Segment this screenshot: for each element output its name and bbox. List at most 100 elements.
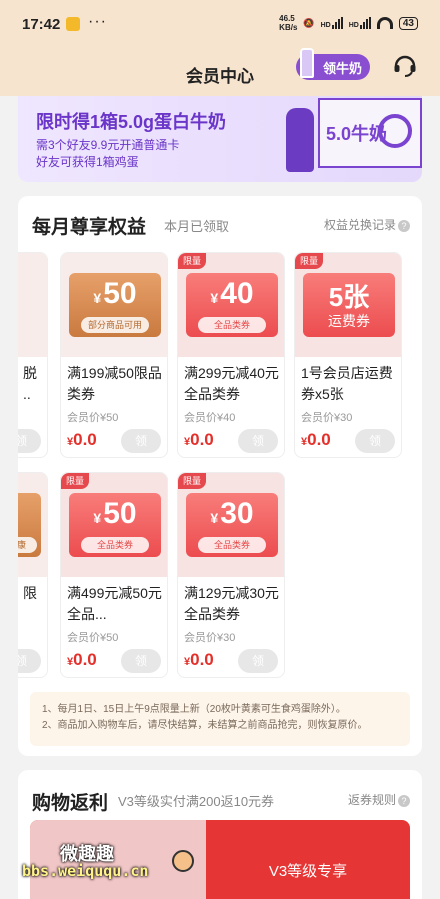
coupon-tag: 健康: [18, 537, 37, 553]
coupon-name: 满299元减40元全品类券: [184, 365, 279, 402]
page-title: 会员中心: [186, 67, 254, 86]
coupon-amount: 5张: [328, 282, 370, 312]
coupon-amount-value: 50: [103, 277, 137, 310]
milk-bottle-image: [286, 108, 314, 172]
claim-button[interactable]: 领: [18, 429, 41, 453]
coupon-tag: 全品类券: [198, 537, 266, 553]
help-icon: ?: [398, 219, 410, 232]
member-price: 会员价¥30: [184, 632, 236, 644]
coupon-price: ¥0.0: [67, 650, 97, 670]
notification-app-icon: [66, 17, 80, 31]
coupon-ticket: ¥50 部分商品可用: [69, 273, 161, 337]
coupon-name: 满499元减50元全品...: [67, 585, 162, 622]
coupon-amount: ¥30: [186, 497, 278, 531]
hd-label-1: HD: [320, 22, 331, 29]
coupon-amount-value: 30: [220, 497, 254, 530]
signal-icon: [331, 17, 343, 29]
coupon-currency: ¥: [93, 290, 102, 306]
coupon-tag: 全品类券: [198, 317, 266, 333]
rebate-subtitle: V3等级实付满200返10元券: [118, 794, 275, 809]
coupon-card[interactable]: ¥50 部分商品可用 满199减50限品类券 会员价¥50 ¥0.0 领: [60, 252, 168, 458]
coupon-card[interactable]: 限量 5张 运费券 1号会员店运费券x5张 会员价¥30 ¥0.0 领: [294, 252, 402, 458]
coupon-currency: ¥: [210, 510, 219, 526]
coupon-card-partial[interactable]: 健康 限 领: [18, 472, 48, 678]
coupon-name-partial: 限: [23, 585, 37, 601]
banner-headline: 限时得1箱5.0g蛋白牛奶: [36, 112, 227, 132]
battery-icon: 43: [398, 16, 418, 30]
claim-button[interactable]: 领: [355, 429, 395, 453]
member-price: 会员价¥40: [184, 412, 236, 424]
banner-line-1: 需3个好友9.9元开通普通卡: [36, 138, 180, 152]
signal-icon-2: [359, 17, 371, 29]
coupon-tag: 运费券: [328, 313, 370, 329]
benefits-record-link[interactable]: 权益兑换记录?: [324, 216, 410, 233]
rebate-rules-label: 返券规则: [347, 793, 396, 807]
coupon-name: 1号会员店运费券x5张: [301, 365, 393, 402]
coupon-card-partial[interactable]: 脱.. 领: [18, 252, 48, 458]
signal-hd2: HD: [349, 17, 371, 29]
rule-line-2: 2、商品加入购物车后，请尽快结算，未结算之前商品抢完，则恢复原价。: [42, 720, 368, 731]
help-icon: ?: [398, 794, 410, 807]
coupon-amount: ¥50: [69, 497, 161, 531]
partial-name-a: 脱: [23, 365, 37, 381]
coupon-tag: 全品类券: [81, 537, 149, 553]
milk-box-image: 5.0牛奶: [318, 98, 422, 168]
member-price: 会员价¥30: [301, 412, 353, 424]
coupon-amount-value: 40: [220, 277, 254, 310]
more-notifications-icon: ···: [88, 13, 107, 30]
record-link-label: 权益兑换记录: [323, 218, 396, 232]
watermark: 微趣趣 bbs.weiququ.cn: [22, 838, 202, 890]
member-price: 会员价¥50: [67, 412, 119, 424]
customer-service-icon[interactable]: [392, 52, 418, 78]
coupon-amount: ¥40: [186, 277, 278, 311]
coupon-price: ¥0.0: [184, 430, 214, 450]
milk-promo-banner[interactable]: 限时得1箱5.0g蛋白牛奶 需3个好友9.9元开通普通卡 好友可获得1箱鸡蛋 5…: [18, 96, 422, 182]
price-value: 0.0: [73, 650, 97, 669]
claim-button[interactable]: 领: [238, 429, 278, 453]
limited-badge: 限量: [178, 253, 207, 269]
coupon-ticket: ¥40 全品类券: [186, 273, 278, 337]
claim-button[interactable]: 领: [238, 649, 278, 673]
member-price: 会员价¥50: [67, 632, 119, 644]
price-value: 0.0: [190, 650, 214, 669]
claim-button[interactable]: 领: [18, 649, 41, 673]
partial-name-b: ..: [23, 386, 31, 402]
coupon-card[interactable]: 限量 ¥40 全品类券 满299元减40元全品类券 会员价¥40 ¥0.0 领: [177, 252, 285, 458]
status-right: 46.5 KB/s 🔕 HD HD 43: [279, 14, 418, 32]
claim-button[interactable]: 领: [121, 429, 161, 453]
header: 会员中心 领牛奶: [0, 46, 440, 96]
coupon-name-partial: 脱..: [23, 363, 47, 405]
level-exclusive-label: V3等级专享: [268, 863, 348, 880]
coupon-art: [18, 253, 47, 357]
get-milk-button[interactable]: 领牛奶: [296, 48, 370, 80]
rebate-rules-link[interactable]: 返券规则?: [348, 791, 410, 808]
price-value: 0.0: [190, 430, 214, 449]
banner-line-2: 好友可获得1箱鸡蛋: [36, 155, 139, 169]
coupon-tag: 部分商品可用: [81, 317, 149, 333]
watermark-line-2: bbs.weiququ.cn: [22, 862, 149, 880]
coupon-name: 满129元减30元全品类券: [184, 585, 279, 622]
coupon-card[interactable]: 限量 ¥50 全品类券 满499元减50元全品... 会员价¥50 ¥0.0 领: [60, 472, 168, 678]
claim-button[interactable]: 领: [121, 649, 161, 673]
coupon-ticket: 健康: [18, 493, 41, 557]
limited-badge: 限量: [178, 473, 207, 489]
milk-brand-logo: [378, 114, 412, 148]
price-value: 0.0: [307, 430, 331, 449]
price-value: 0.0: [73, 430, 97, 449]
coupon-card[interactable]: 限量 ¥30 全品类券 满129元减30元全品类券 会员价¥30 ¥0.0 领: [177, 472, 285, 678]
coupon-amount-value: 50: [103, 497, 137, 530]
rebate-title: 购物返利: [32, 793, 109, 814]
status-time: 17:42: [22, 16, 61, 33]
network-speed-value: 46.5: [279, 14, 295, 23]
coupon-ticket: ¥30 全品类券: [186, 493, 278, 557]
coupon-ticket: 5张 运费券: [303, 273, 395, 337]
benefits-title: 每月尊享权益: [32, 217, 147, 238]
signal-hd1: HD: [321, 17, 343, 29]
mute-icon: 🔕: [303, 17, 315, 28]
benefits-subtitle: 本月已领取: [164, 219, 230, 234]
watermark-emoji-icon: [172, 850, 194, 872]
coupon-price: ¥0.0: [184, 650, 214, 670]
monthly-benefits-card: 每月尊享权益 本月已领取 权益兑换记录? 脱.. 领 ¥50 部分商品可用 满1…: [18, 196, 422, 756]
network-speed-unit: KB/s: [279, 23, 298, 32]
network-speed: 46.5 KB/s: [279, 14, 297, 32]
